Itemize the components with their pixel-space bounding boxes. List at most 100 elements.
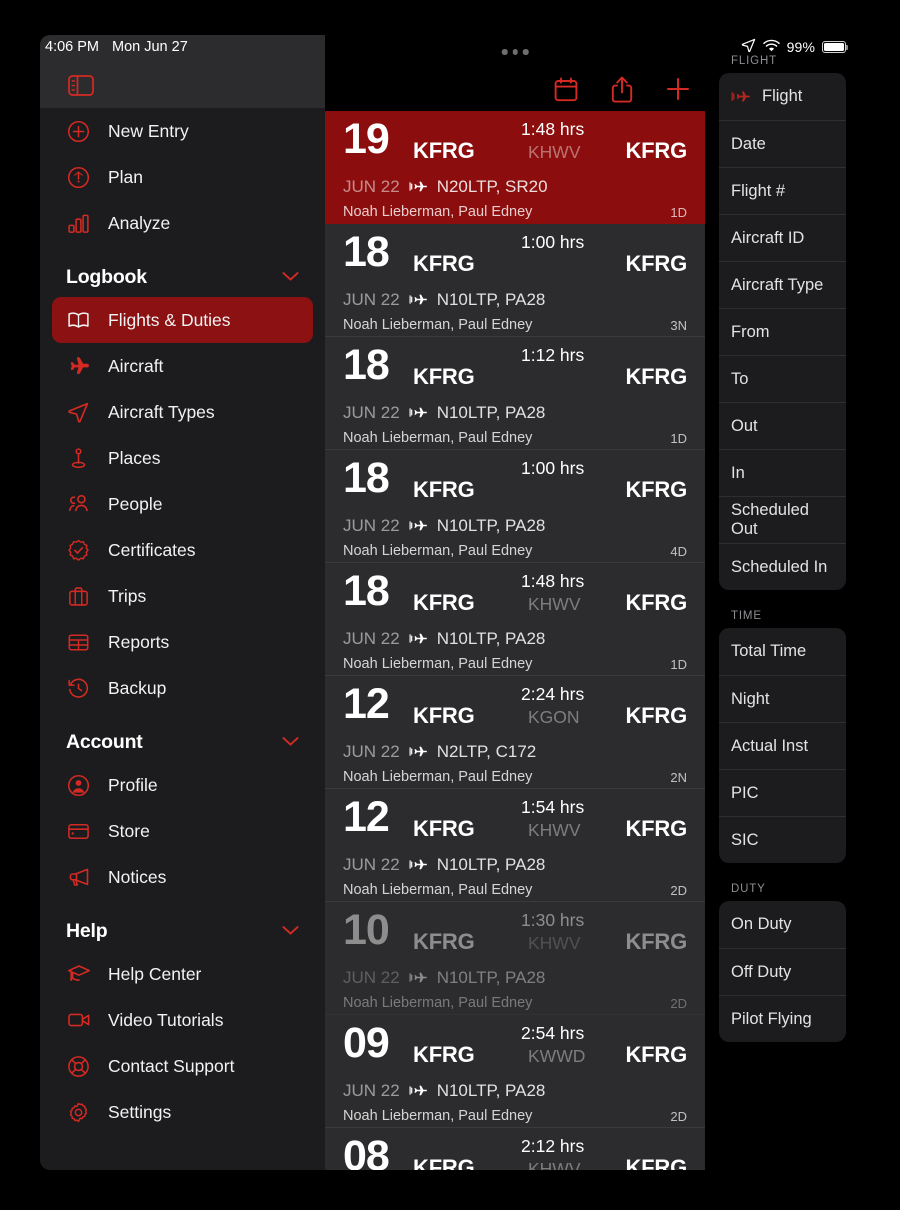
chevron-down-icon[interactable] bbox=[282, 269, 299, 287]
airplane-icon bbox=[731, 89, 751, 105]
sidebar-item-people[interactable]: People bbox=[52, 481, 313, 527]
toolbar-actions bbox=[553, 75, 691, 103]
clock-rewind-icon bbox=[66, 676, 91, 701]
flight-row-secondary: JUN 22 N10LTP, PA28 bbox=[343, 625, 687, 652]
table-row[interactable]: 08 KFRG 2:12 hrs KHWV KFRG JUN 22 bbox=[325, 1128, 705, 1170]
inspector-row-actual-inst[interactable]: Actual Inst bbox=[719, 722, 846, 769]
sidebar-item-label: Places bbox=[108, 447, 161, 468]
sidebar-item-certificates[interactable]: Certificates bbox=[52, 527, 313, 573]
sidebar-toggle-icon[interactable] bbox=[68, 75, 94, 96]
inspector-row-aircraft-id[interactable]: Aircraft ID bbox=[719, 214, 846, 261]
inspector-row-night[interactable]: Night bbox=[719, 675, 846, 722]
table-row[interactable]: 12 KFRG 2:24 hrs KGON KFRG JUN 22 N2LTP,… bbox=[325, 676, 705, 789]
inspector-row-label: SIC bbox=[731, 830, 759, 849]
airplane-icon bbox=[409, 970, 428, 985]
sidebar-item-aircraft-types[interactable]: Aircraft Types bbox=[52, 389, 313, 435]
sidebar-item-label: Notices bbox=[108, 866, 167, 887]
inspector-row-scheduled-in[interactable]: Scheduled In bbox=[719, 543, 846, 590]
flight-hours: 1:00 hrs bbox=[521, 232, 585, 252]
inspector-row-date[interactable]: Date bbox=[719, 120, 846, 167]
sidebar-item-reports[interactable]: Reports bbox=[52, 619, 313, 665]
inspector-group-time: Total Time Night Actual Inst PIC SIC bbox=[719, 628, 846, 863]
flight-aircraft: N2LTP, C172 bbox=[436, 741, 537, 761]
inspector-row-off-duty[interactable]: Off Duty bbox=[719, 948, 846, 995]
inspector-row-label: Night bbox=[731, 689, 770, 708]
plus-icon[interactable] bbox=[665, 75, 691, 103]
sidebar-item-label: Settings bbox=[108, 1101, 172, 1122]
chevron-down-icon[interactable] bbox=[282, 923, 299, 941]
flight-day: 08 bbox=[343, 1132, 390, 1171]
sidebar-item-places[interactable]: Places bbox=[52, 435, 313, 481]
inspector-row-on-duty[interactable]: On Duty bbox=[719, 901, 846, 948]
flight-people: Noah Lieberman, Paul Edney bbox=[343, 317, 533, 333]
inspector-row-flight-number[interactable]: Flight # bbox=[719, 167, 846, 214]
table-row[interactable]: 18 KFRG 1:12 hrs KFRG JUN 22 N10LTP, PA2… bbox=[325, 337, 705, 450]
calendar-icon[interactable] bbox=[553, 75, 579, 103]
sidebar-item-contact-support[interactable]: Contact Support bbox=[52, 1043, 313, 1089]
inspector-row-in[interactable]: In bbox=[719, 449, 846, 496]
sidebar-item-profile[interactable]: Profile bbox=[52, 762, 313, 808]
table-row[interactable]: 18 KFRG 1:00 hrs KFRG JUN 22 N10LTP, PA2… bbox=[325, 450, 705, 563]
flight-row-primary: 18 KFRG 1:48 hrs KHWV KFRG bbox=[343, 570, 687, 625]
inspector-row-pic[interactable]: PIC bbox=[719, 769, 846, 816]
map-pin-icon bbox=[66, 446, 91, 471]
inspector-row-flight[interactable]: Flight bbox=[719, 73, 846, 120]
status-badge: 2D bbox=[670, 882, 687, 898]
sidebar-scroll[interactable]: New Entry Plan Analyze Logbook Flights &… bbox=[40, 108, 325, 1135]
flight-people: Noah Lieberman, Paul Edney bbox=[343, 543, 533, 559]
flight-aircraft: N10LTP, PA28 bbox=[436, 967, 546, 987]
inspector-row-from[interactable]: From bbox=[719, 308, 846, 355]
flight-to: KFRG bbox=[625, 703, 687, 728]
flight-list-pane: 19 KFRG 1:48 hrs KHWV KFRG JUN 22 N20LTP… bbox=[325, 35, 705, 1170]
table-row[interactable]: 18 KFRG 1:48 hrs KHWV KFRG JUN 22 N10LTP… bbox=[325, 563, 705, 676]
sidebar-item-analyze[interactable]: Analyze bbox=[52, 200, 313, 246]
share-icon[interactable] bbox=[609, 75, 635, 103]
flight-row-tertiary: Noah Lieberman, Paul Edney 1D bbox=[343, 200, 687, 224]
sidebar-item-new-entry[interactable]: New Entry bbox=[52, 108, 313, 154]
sidebar-item-notices[interactable]: Notices bbox=[52, 854, 313, 900]
flight-row-tertiary: Noah Lieberman, Paul Edney 2N bbox=[343, 765, 687, 789]
inspector-row-out[interactable]: Out bbox=[719, 402, 846, 449]
chevron-down-icon[interactable] bbox=[282, 734, 299, 752]
inspector-row-pilot-flying[interactable]: Pilot Flying bbox=[719, 995, 846, 1042]
flight-to: KFRG bbox=[625, 251, 687, 276]
flight-aircraft: N10LTP, PA28 bbox=[436, 289, 546, 309]
sidebar-item-flights-duties[interactable]: Flights & Duties bbox=[52, 297, 313, 343]
sidebar-item-backup[interactable]: Backup bbox=[52, 665, 313, 711]
inspector-row-scheduled-out[interactable]: Scheduled Out bbox=[719, 496, 846, 543]
sidebar-item-label: Video Tutorials bbox=[108, 1009, 224, 1030]
table-row[interactable]: 12 KFRG 1:54 hrs KHWV KFRG JUN 22 N10LTP… bbox=[325, 789, 705, 902]
flight-via: KWWD bbox=[528, 1046, 586, 1066]
sidebar-item-store[interactable]: Store bbox=[52, 808, 313, 854]
sidebar-section-help-header[interactable]: Help bbox=[52, 900, 313, 951]
sidebar-section-account-header[interactable]: Account bbox=[52, 711, 313, 762]
inspector-row-aircraft-type[interactable]: Aircraft Type bbox=[719, 261, 846, 308]
sidebar-item-trips[interactable]: Trips bbox=[52, 573, 313, 619]
airplane-icon bbox=[409, 1083, 428, 1098]
wifi-icon bbox=[762, 39, 780, 56]
status-badge: 2D bbox=[670, 1108, 687, 1124]
sidebar-item-settings[interactable]: Settings bbox=[52, 1089, 313, 1135]
section-title: Account bbox=[66, 731, 143, 753]
inspector-row-to[interactable]: To bbox=[719, 355, 846, 402]
status-badge: 2D bbox=[670, 995, 687, 1011]
inspector-row-label: Actual Inst bbox=[731, 736, 809, 755]
sidebar-item-video-tutorials[interactable]: Video Tutorials bbox=[52, 997, 313, 1043]
table-row[interactable]: 18 KFRG 1:00 hrs KFRG JUN 22 N10LTP, PA2… bbox=[325, 224, 705, 337]
flight-day: 12 bbox=[343, 793, 390, 841]
sidebar-item-label: Profile bbox=[108, 774, 158, 795]
sidebar-item-aircraft[interactable]: Aircraft bbox=[52, 343, 313, 389]
table-row[interactable]: 10 KFRG 1:30 hrs KHWV KFRG JUN 22 N10LTP… bbox=[325, 902, 705, 1015]
sidebar-item-plan[interactable]: Plan bbox=[52, 154, 313, 200]
inspector-row-total-time[interactable]: Total Time bbox=[719, 628, 846, 675]
sidebar-item-label: People bbox=[108, 493, 163, 514]
sidebar-item-help-center[interactable]: Help Center bbox=[52, 951, 313, 997]
table-row[interactable]: 09 KFRG 2:54 hrs KWWD KFRG JUN 22 N10LTP… bbox=[325, 1015, 705, 1128]
sidebar-item-label: Trips bbox=[108, 585, 147, 606]
flight-people: Noah Lieberman, Paul Edney bbox=[343, 995, 533, 1011]
inspector-row-sic[interactable]: SIC bbox=[719, 816, 846, 863]
airplane-icon bbox=[409, 518, 428, 533]
flight-rows[interactable]: 19 KFRG 1:48 hrs KHWV KFRG JUN 22 N20LTP… bbox=[325, 111, 705, 1170]
sidebar-section-logbook-header[interactable]: Logbook bbox=[52, 246, 313, 297]
table-row[interactable]: 19 KFRG 1:48 hrs KHWV KFRG JUN 22 N20LTP… bbox=[325, 111, 705, 224]
